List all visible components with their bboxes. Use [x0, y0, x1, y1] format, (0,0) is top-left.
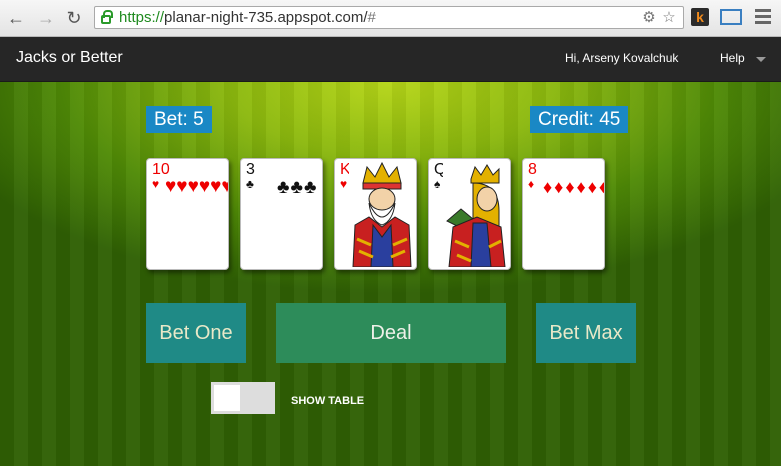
toggle-knob[interactable] [214, 385, 240, 411]
bet-one-button[interactable]: Bet One [146, 303, 246, 363]
menu-icon[interactable] [755, 9, 771, 25]
card-rank: 8 [528, 161, 537, 178]
queen-portrait-icon [443, 161, 509, 267]
game-table: Bet: 5 Credit: 45 10 ♥ ♥♥♥♥♥♥♥♥♥♥ 3 ♣ ♣♣… [0, 82, 781, 466]
url-scheme: https:// [119, 9, 165, 26]
bet-max-button[interactable]: Bet Max [536, 303, 636, 363]
screen-capture-icon[interactable] [720, 9, 742, 25]
chevron-down-icon[interactable] [756, 57, 766, 62]
url-hash: # [367, 9, 376, 26]
heart-icon: ♥ [340, 177, 348, 191]
card-2[interactable]: 3 ♣ ♣♣♣ [240, 158, 323, 270]
user-greeting[interactable]: Hi, Arseny Kovalchuk [565, 51, 678, 65]
card-1[interactable]: 10 ♥ ♥♥♥♥♥♥♥♥♥♥ [146, 158, 229, 270]
bookmark-star-icon[interactable]: ☆ [661, 10, 677, 26]
card-5[interactable]: 8 ♦ ♦♦♦♦♦♦♦♦ [522, 158, 605, 270]
browser-toolbar: ← → ↻ https://planar-night-735.appspot.c… [0, 0, 781, 37]
brand-title[interactable]: Jacks or Better [16, 49, 123, 67]
extension-gear-icon[interactable]: ⚙ [641, 10, 657, 26]
king-portrait-icon [349, 161, 415, 267]
card-rank: 3 [246, 161, 255, 178]
deal-button[interactable]: Deal [276, 303, 506, 363]
heart-icon: ♥ [152, 177, 160, 191]
card-pips: ♥♥♥♥♥♥♥♥♥♥ [165, 176, 228, 197]
club-icon: ♣ [246, 177, 254, 191]
app-navbar: Jacks or Better Hi, Arseny Kovalchuk Hel… [0, 37, 781, 82]
card-4[interactable]: Q ♠ [428, 158, 511, 270]
credit-badge: Credit: 45 [530, 106, 629, 133]
bet-badge: Bet: 5 [146, 106, 212, 133]
forward-icon[interactable]: → [36, 8, 56, 28]
reload-icon[interactable]: ↻ [64, 8, 84, 28]
card-pips: ♣♣♣ [277, 177, 318, 198]
url-text[interactable]: https://planar-night-735.appspot.com/# [119, 9, 376, 27]
diamond-icon: ♦ [528, 177, 535, 191]
show-table-label: SHOW TABLE [291, 395, 365, 407]
lock-icon [101, 10, 113, 24]
show-table-toggle[interactable] [211, 382, 275, 414]
back-icon[interactable]: ← [6, 8, 26, 28]
help-menu[interactable]: Help [720, 51, 745, 65]
spade-icon: ♠ [434, 177, 441, 191]
extension-k-icon[interactable]: k [691, 8, 709, 26]
card-3[interactable]: K ♥ [334, 158, 417, 270]
url-host: planar-night-735.appspot.com/ [164, 9, 368, 26]
card-pips: ♦♦♦♦♦♦♦♦ [543, 177, 604, 197]
address-bar[interactable]: https://planar-night-735.appspot.com/# ⚙… [94, 6, 684, 29]
